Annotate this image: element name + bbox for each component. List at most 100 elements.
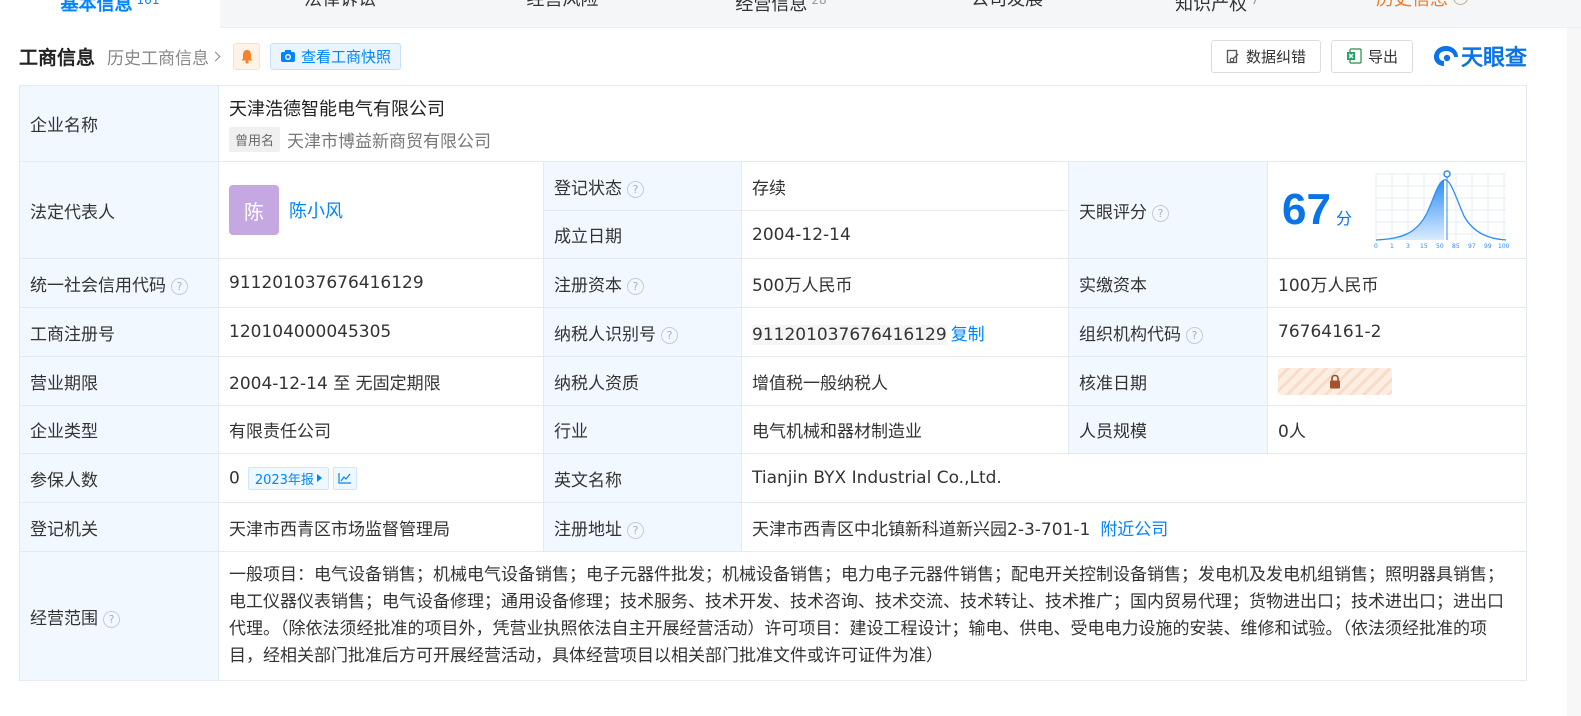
tab-history[interactable]: 历史信息 <box>1317 0 1527 28</box>
credit-code-value: 911201037676416129 <box>218 258 544 308</box>
business-scope: 一般项目：电气设备销售；机械电气设备销售；电子元器件批发；机械设备销售；电力电子… <box>217 551 1528 681</box>
history-link[interactable]: 历史工商信息 <box>107 44 221 69</box>
table-row: 经营范围? 一般项目：电气设备销售；机械电气设备销售；电子元器件批发；机械设备销… <box>19 551 1528 681</box>
tab-operation[interactable]: 经营信息 28 <box>665 0 897 28</box>
trend-chart-button[interactable] <box>332 466 357 490</box>
reg-capital-value: 500万人民币 <box>741 258 1069 308</box>
legal-rep-cell: 陈 陈小风 <box>218 161 544 259</box>
axis-tick: 0 <box>1374 243 1378 250</box>
tax-qual-label: 纳税人资质 <box>543 356 742 406</box>
tab-development[interactable]: 公司发展 <box>897 0 1117 28</box>
credit-code-label: 统一社会信用代码 <box>30 275 166 296</box>
tax-qual-value: 增值税一般纳税人 <box>741 356 1069 406</box>
help-icon[interactable]: ? <box>1152 204 1169 222</box>
table-row: 法定代表人 陈 陈小风 登记状态? 存续 天眼评分? 67 分 0 1 3 15… <box>19 161 1528 259</box>
address-label-cell: 注册地址? <box>543 502 742 552</box>
tab-legal[interactable]: 法律诉讼 <box>220 0 460 28</box>
axis-tick: 50 <box>1436 243 1444 250</box>
table-row: 营业期限 2004-12-14 至 无固定期限 纳税人资质 增值税一般纳税人 核… <box>19 356 1528 406</box>
avatar[interactable]: 陈 <box>229 185 279 235</box>
term-value: 2004-12-14 至 无固定期限 <box>218 356 544 406</box>
axis-tick: 99 <box>1484 243 1492 250</box>
org-code-label-cell: 组织机构代码? <box>1068 307 1268 357</box>
legal-rep-label: 法定代表人 <box>19 161 219 259</box>
reg-capital-label: 注册资本 <box>554 275 622 296</box>
status-label-cell: 登记状态? <box>543 161 742 211</box>
copy-link[interactable]: 复制 <box>951 325 985 345</box>
address-value: 天津市西青区中北镇新科道新兴园2-3-701-1 <box>752 519 1091 540</box>
axis-tick: 15 <box>1420 243 1428 250</box>
insured-cell: 0 2023年报 <box>218 453 544 503</box>
camera-icon <box>281 50 296 62</box>
former-name: 天津市博益新商贸有限公司 <box>287 132 492 152</box>
axis-tick: 97 <box>1468 243 1476 250</box>
scope-label: 经营范围 <box>30 608 98 629</box>
legal-rep-name[interactable]: 陈小风 <box>289 197 343 223</box>
annual-report-tag[interactable]: 2023年报 <box>247 466 329 490</box>
tab-basic-info[interactable]: 基本信息 161 <box>0 0 220 28</box>
table-row: 登记机关 天津市西青区市场监督管理局 注册地址? 天津市西青区中北镇新科道新兴园… <box>19 502 1528 552</box>
monitor-button[interactable] <box>233 42 261 70</box>
section-title: 工商信息 <box>19 46 96 69</box>
org-code-value: 76764161-2 <box>1266 307 1528 357</box>
score-cell[interactable]: 67 分 0 1 3 15 50 85 97 99 100 <box>1266 161 1528 259</box>
bell-icon <box>241 49 253 64</box>
tab-ip[interactable]: 知识产权 7 <box>1117 0 1317 28</box>
help-icon[interactable]: ? <box>627 180 644 198</box>
address-cell: 天津市西青区中北镇新科道新兴园2-3-701-1 附近公司 <box>740 502 1528 552</box>
company-name-cell: 天津浩德智能电气有限公司 曾用名 天津市博益新商贸有限公司 <box>217 85 1528 162</box>
en-name-value: Tianjin BYX Industrial Co.,Ltd. <box>740 453 1528 503</box>
chevron-right-icon <box>210 51 221 61</box>
top-tab-bar: 基本信息161 法律诉讼 经营风险 经营信息28 公司发展 知识产权7 历史信息 <box>0 0 1581 28</box>
status-value: 存续 <box>741 161 1069 211</box>
approve-date-cell <box>1266 356 1528 406</box>
caret-right-icon <box>316 474 322 482</box>
insured-value: 0 <box>229 468 240 488</box>
staff-value: 0人 <box>1266 405 1528 454</box>
table-row: 工商注册号 120104000045305 纳税人识别号? 9112010376… <box>19 307 1528 357</box>
locked-value[interactable] <box>1278 367 1392 395</box>
trend-icon <box>338 473 351 484</box>
org-code-label: 组织机构代码 <box>1079 324 1181 345</box>
help-icon[interactable]: ? <box>1186 326 1203 344</box>
company-name: 天津浩德智能电气有限公司 <box>229 99 445 120</box>
business-info-table: 企业名称 天津浩德智能电气有限公司 曾用名 天津市博益新商贸有限公司 法定代表人… <box>19 85 1528 681</box>
approve-date-label: 核准日期 <box>1068 356 1268 406</box>
export-button[interactable]: 导出 <box>1330 39 1413 73</box>
data-correction-button[interactable]: 数据纠错 <box>1210 39 1321 73</box>
company-name-label: 企业名称 <box>19 85 219 162</box>
table-row: 参保人数 0 2023年报 英文名称 Tianjin BYX Industrial… <box>19 453 1528 503</box>
scrollbar[interactable] <box>1567 28 1581 716</box>
section-header: 工商信息 历史工商信息 查看工商快照 数据纠错 导出 天眼查 <box>19 39 1527 73</box>
taxid-value: 911201037676416129 <box>752 324 947 345</box>
industry-value: 电气机械和器材制造业 <box>741 405 1069 454</box>
help-icon[interactable]: ? <box>171 277 188 295</box>
company-type-label: 企业类型 <box>19 405 219 454</box>
help-icon[interactable]: ? <box>661 326 678 344</box>
tab-risk[interactable]: 经营风险 <box>460 0 665 28</box>
credit-code-label-cell: 统一社会信用代码? <box>19 258 219 308</box>
nearby-companies-link[interactable]: 附近公司 <box>1100 520 1168 540</box>
taxid-cell: 911201037676416129 复制 <box>741 307 1069 357</box>
score-label: 天眼评分 <box>1079 202 1147 223</box>
help-icon[interactable]: ? <box>627 277 644 295</box>
former-name-row: 曾用名 天津市博益新商贸有限公司 <box>229 127 1516 152</box>
paid-capital-label: 实缴资本 <box>1068 258 1268 308</box>
en-name-label: 英文名称 <box>543 453 742 503</box>
table-row: 统一社会信用代码? 911201037676416129 注册资本? 500万人… <box>19 258 1528 308</box>
address-label: 注册地址 <box>554 519 622 540</box>
help-icon[interactable]: ? <box>627 521 644 539</box>
snapshot-button[interactable]: 查看工商快照 <box>270 42 402 70</box>
axis-tick: 100 <box>1498 243 1510 250</box>
table-row: 企业类型 有限责任公司 行业 电气机械和器材制造业 人员规模 0人 <box>19 405 1528 454</box>
score-value: 67 <box>1282 185 1331 234</box>
table-row: 企业名称 天津浩德智能电气有限公司 曾用名 天津市博益新商贸有限公司 <box>19 85 1528 162</box>
industry-label: 行业 <box>543 405 742 454</box>
scope-label-cell: 经营范围? <box>19 551 219 681</box>
authority-value: 天津市西青区市场监督管理局 <box>218 502 544 552</box>
help-icon[interactable]: ? <box>103 610 120 628</box>
tianyancha-logo[interactable]: 天眼查 <box>1433 40 1527 72</box>
biz-reg-label: 工商注册号 <box>19 307 219 357</box>
paid-capital-value: 100万人民币 <box>1266 258 1528 308</box>
score-label-cell: 天眼评分? <box>1068 161 1268 259</box>
